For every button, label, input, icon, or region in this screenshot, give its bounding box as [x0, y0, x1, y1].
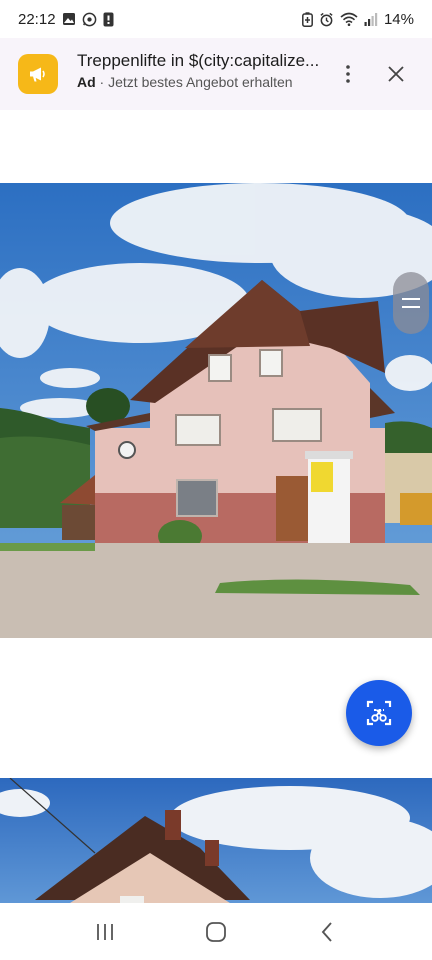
- battery-saver-icon: [302, 11, 313, 27]
- ad-separator: ·: [95, 74, 109, 90]
- building-photo: [0, 183, 432, 638]
- ad-banner[interactable]: Treppenlifte in $(city:capitalize... Ad …: [0, 38, 432, 110]
- back-icon[interactable]: [307, 912, 347, 952]
- ad-subtitle: Jetzt bestes Angebot erhalten: [108, 74, 293, 90]
- alarm-icon: [319, 12, 334, 27]
- signal-icon: [364, 12, 378, 26]
- status-right: 14%: [302, 11, 414, 28]
- ad-subtitle-row: Ad · Jetzt bestes Angebot erhalten: [77, 72, 327, 92]
- photo-building-2[interactable]: [0, 778, 432, 903]
- clock: 22:12: [18, 10, 56, 28]
- more-options-icon[interactable]: [336, 60, 360, 88]
- wifi-icon: [340, 12, 358, 26]
- screenshot-crop-icon: [366, 700, 392, 726]
- photo-building-1[interactable]: [0, 183, 432, 638]
- ad-title[interactable]: Treppenlifte in $(city:capitalize...: [77, 50, 327, 72]
- recent-apps-icon[interactable]: [85, 912, 125, 952]
- status-bar: 22:12 14%: [0, 0, 432, 38]
- gallery-icon: [62, 12, 76, 26]
- screenshot-capture-button[interactable]: [346, 680, 412, 746]
- scroll-handle[interactable]: [393, 272, 429, 334]
- notification-icon: [103, 12, 114, 27]
- building-photo: [0, 778, 432, 903]
- ad-badge: Ad: [77, 74, 96, 90]
- megaphone-icon: [30, 67, 45, 82]
- close-icon[interactable]: [382, 60, 410, 88]
- menu-lines-icon: [402, 298, 420, 308]
- navigation-bar: [0, 903, 432, 960]
- whatsapp-icon: [82, 12, 97, 27]
- home-icon[interactable]: [196, 912, 236, 952]
- battery-level: 14%: [383, 10, 414, 28]
- ad-logo[interactable]: [18, 54, 58, 94]
- ad-text[interactable]: Treppenlifte in $(city:capitalize... Ad …: [77, 50, 327, 92]
- status-left: 22:12: [18, 11, 114, 28]
